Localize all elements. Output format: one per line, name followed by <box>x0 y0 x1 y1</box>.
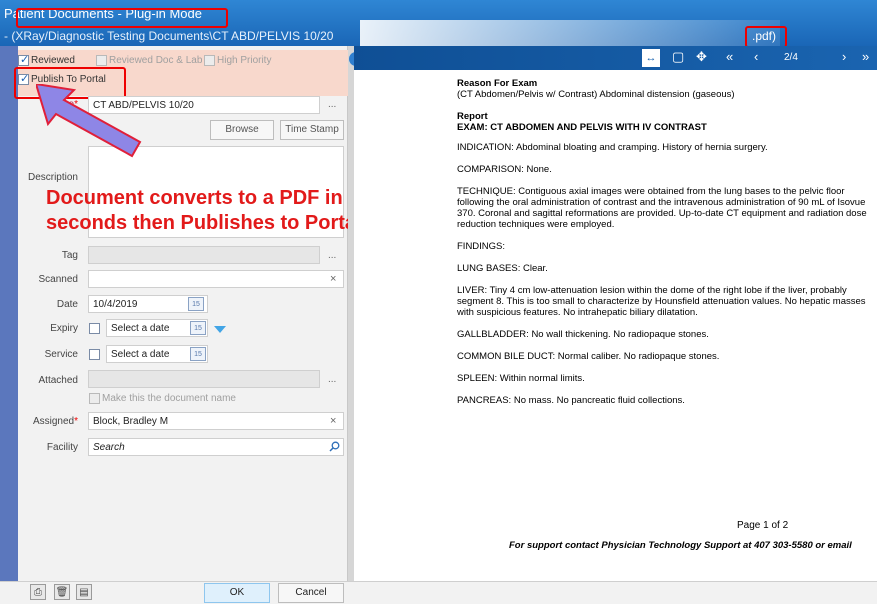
assigned-field[interactable]: Block, Bradley M <box>88 412 344 430</box>
annotation-arrow-left <box>36 84 142 158</box>
page-indicator: 2/4 <box>784 52 798 63</box>
attached-field[interactable] <box>88 370 320 388</box>
make-document-name-checkbox[interactable]: Make this the document name <box>89 393 236 404</box>
fit-page-icon[interactable]: ▢ <box>672 49 684 65</box>
tag-label: Tag <box>61 250 78 261</box>
assigned-clear-button[interactable]: × <box>330 415 336 427</box>
fit-width-icon[interactable]: ↔ <box>642 49 660 67</box>
title-highlight-box <box>16 8 228 28</box>
service-label: Service <box>44 349 78 360</box>
cancel-button[interactable]: Cancel <box>278 583 344 603</box>
common-bile-duct: COMMON BILE DUCT: Normal caliber. No rad… <box>457 351 720 362</box>
reason-text: (CT Abdomen/Pelvis w/ Contrast) Abdomina… <box>457 89 735 100</box>
calendar-icon[interactable]: 15 <box>190 321 206 335</box>
pdf-highlight-box <box>745 26 787 48</box>
reason-heading: Reason For Exam <box>457 78 538 89</box>
report-heading: Report <box>457 111 488 122</box>
gallbladder: GALLBLADDER: No wall thickening. No radi… <box>457 329 709 340</box>
expiry-label: Expiry <box>50 323 78 334</box>
blurred-path <box>360 20 780 46</box>
scanned-label: Scanned <box>38 274 78 285</box>
facility-search-input[interactable]: Search <box>88 438 344 456</box>
scanner-icon[interactable]: ⎙ <box>30 584 46 600</box>
support-line: For support contact Physician Technology… <box>509 540 852 551</box>
attached-label: Attached <box>38 375 78 386</box>
assigned-label: Assigned* <box>32 416 78 427</box>
first-page-icon[interactable]: « <box>726 49 733 64</box>
document-path: - (XRay/Diagnostic Testing Documents\CT … <box>4 29 334 43</box>
reviewed-checkbox[interactable]: Reviewed <box>18 53 75 66</box>
scanned-clear-button[interactable]: × <box>330 273 336 285</box>
prev-page-icon[interactable]: ‹ <box>754 49 758 64</box>
time-stamp-button[interactable]: Time Stamp <box>280 120 344 140</box>
service-checkbox[interactable] <box>89 349 100 360</box>
liver: LIVER: Tiny 4 cm low-attenuation lesion … <box>457 285 866 318</box>
lung-bases: LUNG BASES: Clear. <box>457 263 548 274</box>
browse-button[interactable]: Browse <box>210 120 274 140</box>
report-page: Reason For Exam (CT Abdomen/Pelvis w/ Con… <box>457 78 867 417</box>
tag-more-button[interactable]: ... <box>328 250 336 261</box>
viewer-toolbar: ↔ ▢ ✥ « ‹ 2/4 › » <box>354 46 877 70</box>
indication: INDICATION: Abdominal bloating and cramp… <box>457 142 768 153</box>
check-icon <box>18 53 29 66</box>
comparison: COMPARISON: None. <box>457 164 552 175</box>
attached-more-button[interactable]: ... <box>328 374 336 385</box>
spleen: SPLEEN: Within normal limits. <box>457 373 585 384</box>
description-label: Description <box>27 172 78 183</box>
reviewed-doc-lab-checkbox[interactable]: Reviewed Doc & Lab <box>96 55 202 66</box>
scanned-field[interactable] <box>88 270 344 288</box>
last-page-icon[interactable]: » <box>862 49 869 64</box>
search-icon[interactable] <box>329 441 340 455</box>
date-label: Date <box>56 299 78 310</box>
left-edge <box>0 46 18 581</box>
exam-line: EXAM: CT ABDOMEN AND PELVIS WITH IV CONT… <box>457 122 707 133</box>
expiry-checkbox[interactable] <box>89 323 100 334</box>
high-priority-checkbox[interactable]: High Priority <box>204 55 271 66</box>
tag-field[interactable] <box>88 246 320 264</box>
facility-label: Facility <box>46 442 78 453</box>
findings: FINDINGS: <box>457 241 506 252</box>
print-icon[interactable]: ▤ <box>76 584 92 600</box>
dialog-footer <box>0 581 877 604</box>
technique: TECHNIQUE: Contiguous axial images were … <box>457 186 867 230</box>
page-footer: Page 1 of 2 <box>737 520 789 531</box>
calendar-icon[interactable]: 15 <box>190 347 206 361</box>
pan-icon[interactable]: ✥ <box>696 49 707 65</box>
annotation-text: Document converts to a PDF in seconds th… <box>46 187 362 234</box>
ok-button[interactable]: OK <box>204 583 270 603</box>
delete-icon[interactable]: 🗑 <box>54 584 70 600</box>
name-more-button[interactable]: ... <box>328 99 336 110</box>
next-page-icon[interactable]: › <box>842 49 846 64</box>
calendar-icon[interactable]: 15 <box>188 297 204 311</box>
pancreas: PANCREAS: No mass. No pancreatic fluid c… <box>457 395 685 406</box>
chevron-down-icon[interactable] <box>214 326 226 333</box>
pdf-viewer[interactable]: Reason For Exam (CT Abdomen/Pelvis w/ Con… <box>354 70 877 581</box>
